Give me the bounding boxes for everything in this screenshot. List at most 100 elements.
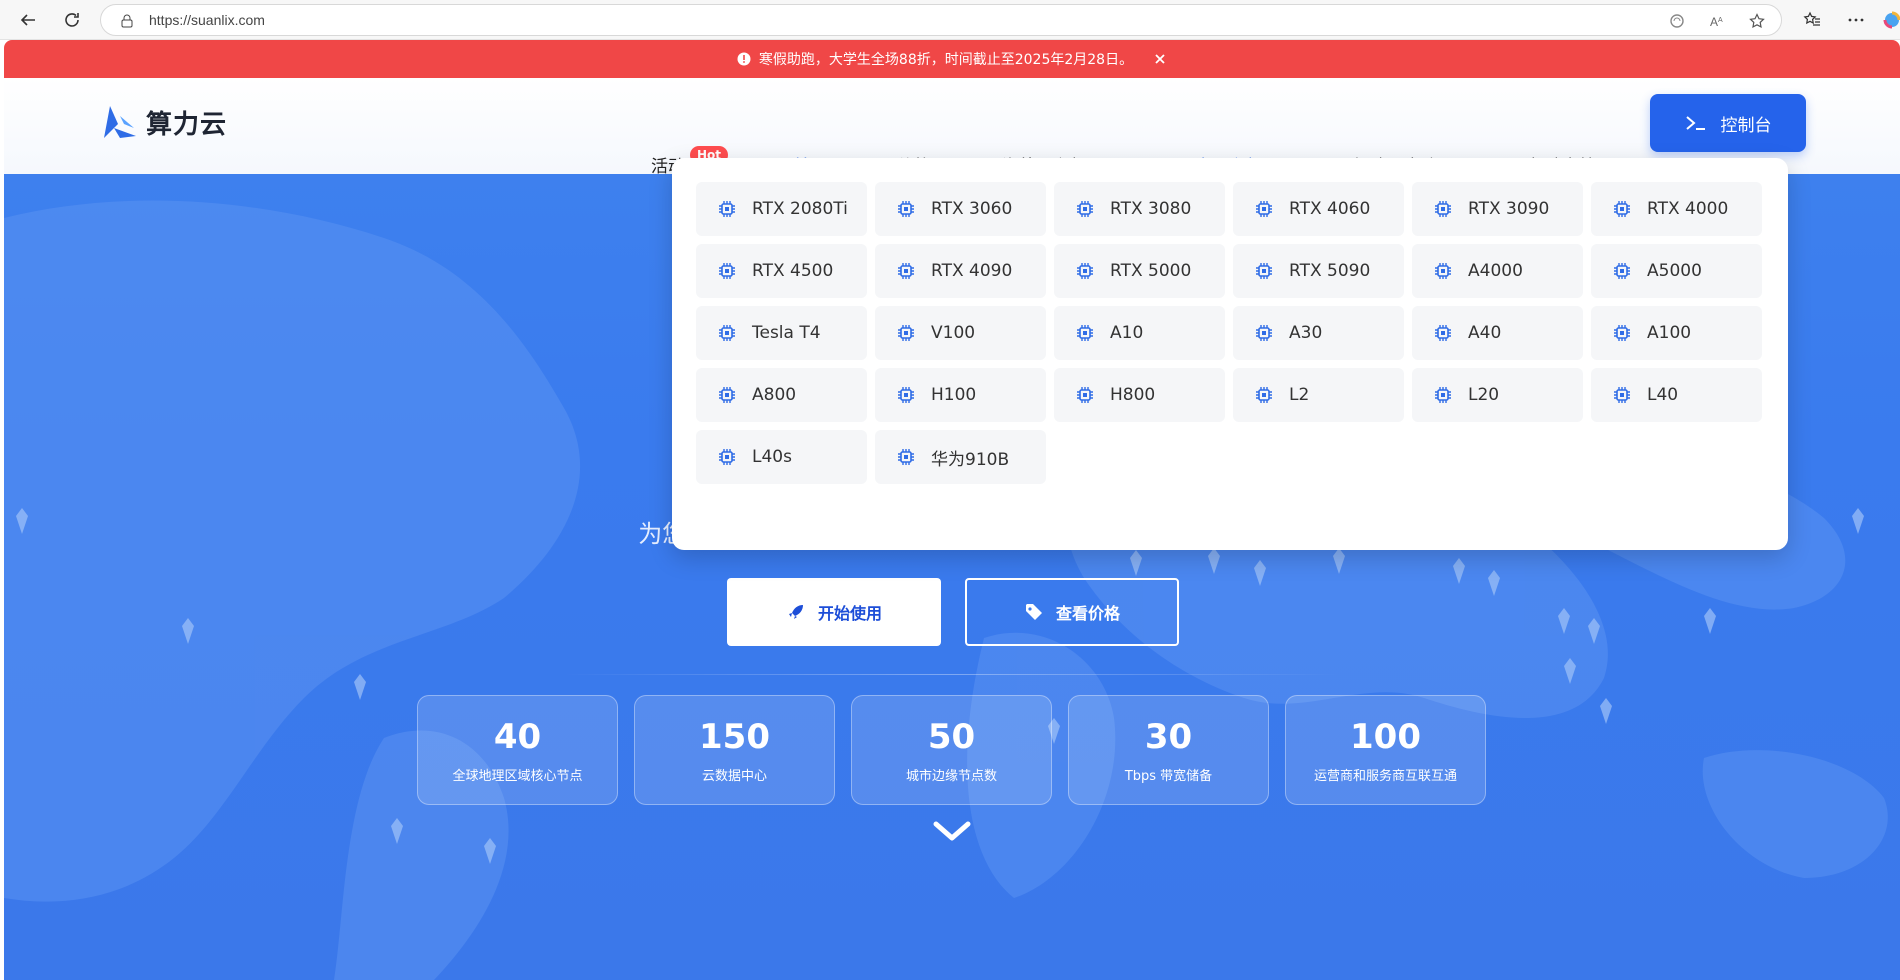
chip-icon: [1077, 325, 1093, 341]
chip-icon: [1077, 263, 1093, 279]
gpu-menu-item-label: RTX 3090: [1468, 199, 1550, 219]
stat-card: 150 云数据中心: [634, 695, 835, 805]
gpu-menu-item[interactable]: L2: [1233, 368, 1404, 422]
gpu-menu-item-label: L20: [1468, 385, 1500, 405]
chip-icon: [1435, 201, 1451, 217]
gpu-menu-item-label: A100: [1647, 323, 1692, 343]
read-aloud-icon[interactable]: AA: [1707, 11, 1727, 31]
refresh-icon[interactable]: [58, 6, 86, 34]
chip-icon: [1435, 325, 1451, 341]
gpu-menu-item-label: RTX 4090: [931, 261, 1013, 281]
web-page: 为您提供高性能海外CPU云主机和国内GPU云主机解决方案 开始使用 查看价格 4…: [4, 40, 1900, 980]
gpu-menu-item[interactable]: RTX 5090: [1233, 244, 1404, 298]
start-button[interactable]: 开始使用: [727, 578, 941, 646]
logo[interactable]: 算力云: [100, 102, 227, 142]
gpu-menu-item-label: Tesla T4: [752, 323, 821, 343]
gpu-menu-item[interactable]: RTX 4090: [875, 244, 1046, 298]
stat-card: 40 全球地理区域核心节点: [417, 695, 618, 805]
chip-icon: [1435, 387, 1451, 403]
chip-icon: [1256, 325, 1272, 341]
gpu-menu-item-label: RTX 5000: [1110, 261, 1192, 281]
more-icon[interactable]: [1842, 6, 1870, 34]
gpu-menu-item-label: V100: [931, 323, 976, 343]
view-price-button[interactable]: 查看价格: [965, 578, 1179, 646]
chip-icon: [719, 263, 735, 279]
logo-text: 算力云: [146, 109, 228, 140]
gpu-menu-item[interactable]: RTX 5000: [1054, 244, 1225, 298]
chip-icon: [1435, 263, 1451, 279]
gpu-menu-item[interactable]: L40s: [696, 430, 867, 484]
stat-value: 100: [1350, 716, 1421, 757]
chip-icon: [1256, 387, 1272, 403]
chip-icon: [719, 449, 735, 465]
start-label: 开始使用: [817, 604, 882, 623]
lock-icon[interactable]: [117, 11, 137, 31]
gpu-menu-item-label: RTX 5090: [1289, 261, 1371, 281]
gpu-menu-item-label: 华为910B: [931, 449, 1010, 470]
console-button[interactable]: 控制台: [1650, 94, 1806, 152]
stat-label: Tbps 带宽储备: [1124, 768, 1213, 784]
gpu-menu-item-label: L40: [1647, 385, 1679, 405]
svg-text:A: A: [1710, 15, 1718, 29]
address-bar[interactable]: https://suanlix.com AA: [100, 4, 1782, 36]
copilot-icon[interactable]: [1878, 6, 1900, 34]
gpu-menu-item-label: A5000: [1647, 261, 1702, 281]
stat-label: 全球地理区域核心节点: [452, 768, 583, 784]
stats-row: 40 全球地理区域核心节点 150 云数据中心 50 城市边缘节点数 30 Tb…: [417, 695, 1486, 805]
gpu-menu-item-label: RTX 4060: [1289, 199, 1371, 219]
gpu-menu-item[interactable]: H100: [875, 368, 1046, 422]
chip-icon: [898, 263, 914, 279]
gpu-menu-item[interactable]: RTX 3060: [875, 182, 1046, 236]
gpu-menu-item[interactable]: A30: [1233, 306, 1404, 360]
gpu-menu-item-label: A30: [1289, 323, 1323, 343]
stat-value: 40: [493, 716, 542, 757]
gpu-menu-item[interactable]: A10: [1054, 306, 1225, 360]
gpu-grid: RTX 2080Ti RTX 3060 RTX 3080 RTX 4060 RTX 30…: [696, 182, 1762, 484]
gpu-menu-item[interactable]: A4000: [1412, 244, 1583, 298]
gpu-menu-item-label: A4000: [1468, 261, 1523, 281]
gpu-menu-item[interactable]: RTX 4000: [1591, 182, 1762, 236]
gpu-menu-item[interactable]: A40: [1412, 306, 1583, 360]
chip-icon: [719, 325, 735, 341]
tracking-icon[interactable]: [1667, 11, 1687, 31]
stat-label: 城市边缘节点数: [905, 768, 997, 784]
gpu-menu-item-label: L40s: [752, 447, 792, 467]
gpu-menu-item[interactable]: 华为910B: [875, 430, 1046, 484]
favorite-star-icon[interactable]: [1747, 11, 1767, 31]
back-icon[interactable]: [14, 6, 42, 34]
gpu-menu-item[interactable]: H800: [1054, 368, 1225, 422]
gpu-dropdown-menu: RTX 2080Ti RTX 3060 RTX 3080 RTX 4060 RTX 30…: [672, 158, 1788, 550]
gpu-menu-item-label: A40: [1468, 323, 1502, 343]
scroll-down-chevron-icon[interactable]: [932, 818, 972, 844]
gpu-menu-item[interactable]: L20: [1412, 368, 1583, 422]
gpu-menu-item[interactable]: V100: [875, 306, 1046, 360]
gpu-menu-item[interactable]: RTX 3080: [1054, 182, 1225, 236]
chip-icon: [1256, 263, 1272, 279]
logo-icon: [104, 106, 136, 138]
gpu-menu-item-label: RTX 4000: [1647, 199, 1729, 219]
gpu-menu-item[interactable]: RTX 4060: [1233, 182, 1404, 236]
svg-text:A: A: [1718, 17, 1723, 24]
gpu-menu-item-label: A10: [1110, 323, 1144, 343]
stat-card: 30 Tbps 带宽储备: [1068, 695, 1269, 805]
chip-icon: [1614, 263, 1630, 279]
gpu-menu-item[interactable]: RTX 3090: [1412, 182, 1583, 236]
gpu-menu-item[interactable]: A800: [696, 368, 867, 422]
gpu-menu-item[interactable]: A100: [1591, 306, 1762, 360]
chip-icon: [719, 201, 735, 217]
chip-icon: [1614, 325, 1630, 341]
stat-label: 云数据中心: [701, 768, 767, 784]
close-icon[interactable]: [1153, 52, 1167, 66]
gpu-menu-item[interactable]: RTX 4500: [696, 244, 867, 298]
gpu-menu-item-label: RTX 4500: [752, 261, 834, 281]
stat-value: 30: [1144, 716, 1193, 757]
gpu-menu-item[interactable]: A5000: [1591, 244, 1762, 298]
gpu-menu-item[interactable]: L40: [1591, 368, 1762, 422]
gpu-menu-item[interactable]: Tesla T4: [696, 306, 867, 360]
rocket-icon: [788, 605, 803, 619]
favorites-icon[interactable]: [1798, 6, 1826, 34]
gpu-menu-item-label: H100: [931, 385, 977, 405]
url-text[interactable]: https://suanlix.com: [149, 12, 265, 28]
stat-value: 150: [699, 716, 770, 757]
gpu-menu-item[interactable]: RTX 2080Ti: [696, 182, 867, 236]
